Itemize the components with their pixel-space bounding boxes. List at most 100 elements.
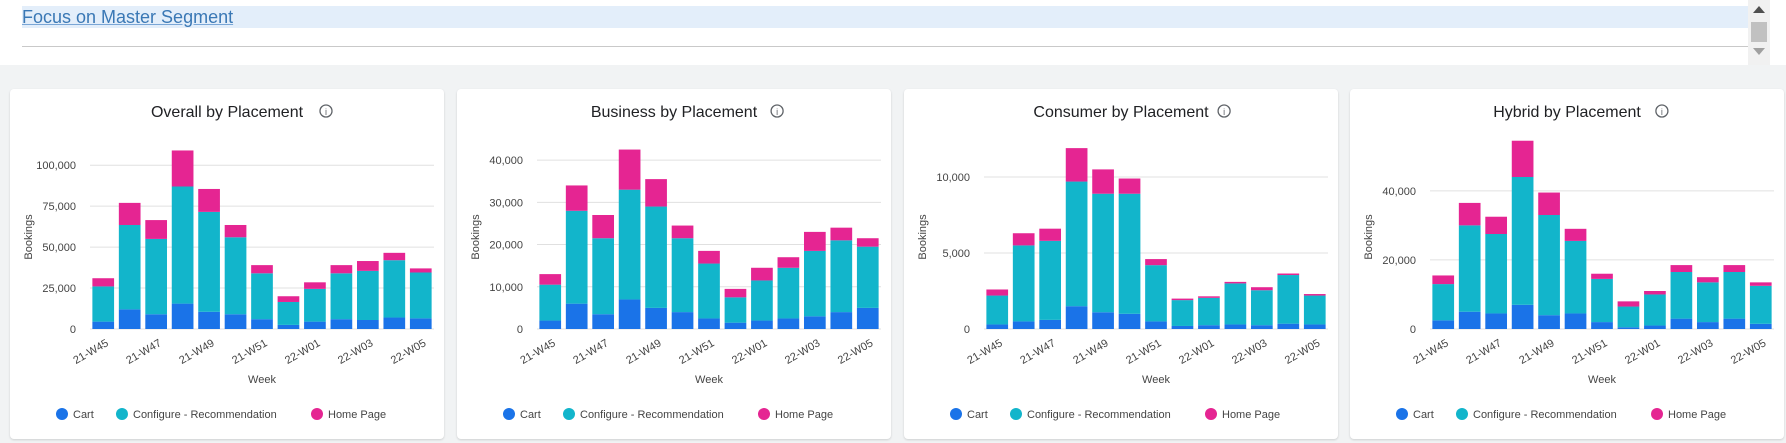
- bar-home-page-22-W02[interactable]: [330, 265, 353, 274]
- legend-label-home-page[interactable]: Home Page: [328, 409, 386, 421]
- bar-cart-22-W02[interactable]: [777, 318, 800, 329]
- bar-configure-recommendation-21-W48[interactable]: [1065, 181, 1088, 307]
- bar-configure-recommendation-21-W46[interactable]: [565, 210, 588, 304]
- bar-configure-recommendation-21-W45[interactable]: [986, 295, 1009, 325]
- bar-home-page-21-W48[interactable]: [618, 149, 641, 190]
- bar-configure-recommendation-21-W45[interactable]: [92, 286, 115, 322]
- bar-cart-21-W51[interactable]: [1591, 322, 1613, 329]
- bar-cart-22-W02[interactable]: [1224, 324, 1247, 329]
- bar-home-page-21-W50[interactable]: [1118, 178, 1141, 194]
- bar-cart-22-W01[interactable]: [304, 321, 326, 329]
- bar-cart-21-W47[interactable]: [1485, 313, 1508, 329]
- bar-home-page-22-W05[interactable]: [1749, 282, 1772, 286]
- bar-cart-22-W05[interactable]: [856, 307, 879, 329]
- bar-home-page-22-W04[interactable]: [1277, 273, 1300, 276]
- bar-home-page-21-W45[interactable]: [1432, 275, 1455, 285]
- bar-configure-recommendation-21-W48[interactable]: [171, 186, 194, 304]
- bar-cart-21-W50[interactable]: [1118, 313, 1141, 329]
- bar-home-page-21-W52[interactable]: [1617, 301, 1640, 307]
- legend-label-cart[interactable]: Cart: [967, 409, 988, 421]
- bar-cart-22-W04[interactable]: [1723, 318, 1746, 329]
- bar-configure-recommendation-21-W47[interactable]: [1039, 240, 1062, 320]
- bar-configure-recommendation-22-W01[interactable]: [1198, 297, 1220, 326]
- bar-home-page-21-W46[interactable]: [1458, 202, 1481, 226]
- bar-configure-recommendation-22-W05[interactable]: [409, 272, 432, 319]
- bar-cart-21-W49[interactable]: [198, 311, 220, 329]
- legend-label-home-page[interactable]: Home Page: [1668, 409, 1726, 421]
- bar-home-page-22-W04[interactable]: [830, 227, 853, 241]
- bar-home-page-21-W46[interactable]: [565, 185, 588, 211]
- bar-configure-recommendation-21-W49[interactable]: [1538, 215, 1560, 316]
- legend-label-cart[interactable]: Cart: [73, 409, 94, 421]
- legend-label-configure-recommendation[interactable]: Configure - Recommendation: [1027, 409, 1171, 421]
- bar-home-page-21-W51[interactable]: [251, 265, 273, 274]
- bar-home-page-22-W03[interactable]: [1250, 287, 1273, 291]
- bar-cart-22-W02[interactable]: [1670, 318, 1693, 329]
- bar-cart-21-W52[interactable]: [724, 322, 747, 329]
- scroll-thumb[interactable]: [1751, 22, 1767, 42]
- bar-home-page-21-W47[interactable]: [145, 220, 168, 239]
- bar-configure-recommendation-21-W52[interactable]: [1617, 306, 1640, 328]
- bar-home-page-21-W45[interactable]: [539, 274, 562, 285]
- bar-home-page-22-W04[interactable]: [383, 252, 406, 261]
- bar-configure-recommendation-21-W52[interactable]: [277, 301, 300, 325]
- bar-configure-recommendation-22-W03[interactable]: [356, 270, 379, 320]
- bar-home-page-21-W49[interactable]: [645, 179, 667, 207]
- bar-home-page-21-W45[interactable]: [986, 289, 1009, 296]
- bar-home-page-22-W01[interactable]: [1644, 291, 1666, 295]
- bar-configure-recommendation-21-W46[interactable]: [118, 224, 141, 310]
- legend-label-configure-recommendation[interactable]: Configure - Recommendation: [580, 409, 724, 421]
- bar-home-page-22-W03[interactable]: [1696, 277, 1719, 283]
- bar-cart-22-W01[interactable]: [1644, 325, 1666, 329]
- bar-configure-recommendation-21-W50[interactable]: [224, 237, 247, 315]
- bar-home-page-21-W50[interactable]: [1564, 228, 1587, 241]
- bar-cart-21-W50[interactable]: [224, 314, 247, 329]
- bar-configure-recommendation-22-W05[interactable]: [856, 246, 879, 308]
- bar-cart-21-W49[interactable]: [645, 307, 667, 329]
- bar-home-page-22-W02[interactable]: [1670, 265, 1693, 272]
- bar-home-page-21-W49[interactable]: [1538, 192, 1560, 215]
- bar-home-page-21-W49[interactable]: [1092, 169, 1114, 194]
- bar-home-page-22-W05[interactable]: [1303, 294, 1326, 296]
- bar-cart-22-W03[interactable]: [1250, 325, 1273, 329]
- bar-configure-recommendation-22-W04[interactable]: [1277, 275, 1300, 324]
- bar-home-page-22-W01[interactable]: [304, 282, 326, 289]
- bar-cart-22-W03[interactable]: [356, 319, 379, 329]
- bar-configure-recommendation-22-W04[interactable]: [1723, 272, 1746, 319]
- bar-home-page-22-W03[interactable]: [803, 231, 826, 251]
- scroll-up-arrow-icon[interactable]: [1753, 6, 1765, 13]
- bar-cart-21-W47[interactable]: [592, 314, 615, 329]
- bar-cart-22-W05[interactable]: [1303, 324, 1326, 329]
- bar-configure-recommendation-22-W05[interactable]: [1303, 295, 1326, 325]
- bar-configure-recommendation-21-W51[interactable]: [251, 273, 273, 320]
- bar-cart-21-W51[interactable]: [698, 318, 720, 329]
- bar-configure-recommendation-22-W04[interactable]: [383, 260, 406, 318]
- legend-label-configure-recommendation[interactable]: Configure - Recommendation: [133, 409, 277, 421]
- bar-home-page-22-W05[interactable]: [409, 268, 432, 273]
- bar-cart-21-W50[interactable]: [671, 312, 694, 329]
- bar-cart-21-W48[interactable]: [171, 303, 194, 329]
- bar-cart-22-W04[interactable]: [1277, 323, 1300, 329]
- bar-configure-recommendation-22-W02[interactable]: [1224, 283, 1247, 325]
- bar-configure-recommendation-22-W01[interactable]: [751, 280, 773, 321]
- bar-home-page-21-W50[interactable]: [671, 225, 694, 239]
- bar-home-page-22-W02[interactable]: [1224, 281, 1247, 284]
- bar-configure-recommendation-21-W50[interactable]: [671, 238, 694, 313]
- bar-configure-recommendation-22-W02[interactable]: [330, 273, 353, 320]
- bar-configure-recommendation-21-W52[interactable]: [1171, 300, 1194, 326]
- bar-cart-21-W45[interactable]: [1432, 320, 1455, 329]
- bar-configure-recommendation-22-W01[interactable]: [1644, 294, 1666, 326]
- bar-cart-21-W51[interactable]: [1145, 321, 1167, 329]
- page-title[interactable]: Focus on Master Segment: [22, 6, 233, 28]
- bar-cart-21-W45[interactable]: [539, 320, 562, 329]
- bar-cart-21-W51[interactable]: [251, 319, 273, 329]
- legend-label-cart[interactable]: Cart: [520, 409, 541, 421]
- bar-home-page-21-W47[interactable]: [1485, 216, 1508, 234]
- bar-cart-21-W52[interactable]: [1171, 325, 1194, 329]
- bar-cart-21-W45[interactable]: [986, 324, 1009, 329]
- bar-cart-22-W04[interactable]: [383, 317, 406, 329]
- bar-configure-recommendation-21-W50[interactable]: [1118, 193, 1141, 314]
- bar-home-page-21-W46[interactable]: [118, 202, 141, 225]
- bar-home-page-21-W47[interactable]: [1039, 228, 1062, 241]
- bar-cart-21-W46[interactable]: [1458, 311, 1481, 329]
